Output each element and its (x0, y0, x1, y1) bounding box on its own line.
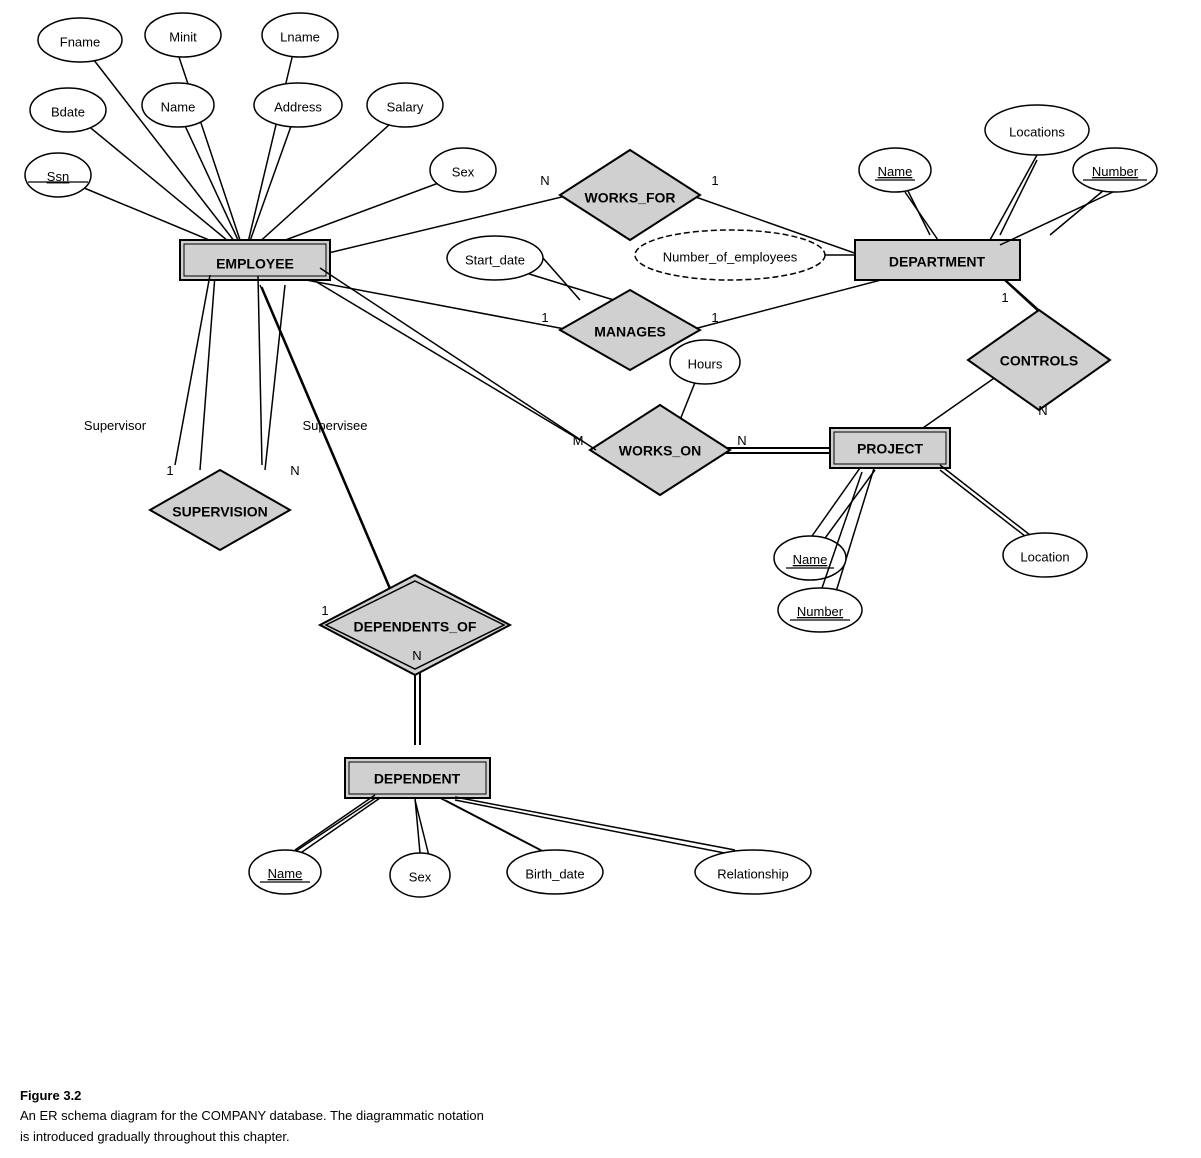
dependents-of-label: DEPENDENTS_OF (354, 619, 477, 635)
lname-attr: Lname (280, 29, 320, 44)
cardinality-n-dependents-bottom: N (412, 648, 421, 663)
location-attr: Location (1020, 549, 1069, 564)
dept-number-attr: Number (1092, 164, 1139, 179)
employee-entity-label: EMPLOYEE (216, 256, 294, 272)
cardinality-1-dependents: 1 (321, 603, 328, 618)
employee-name-attr: Name (161, 99, 196, 114)
salary-attr: Salary (387, 99, 424, 114)
bdate-attr: Bdate (51, 104, 85, 119)
project-entity-label: PROJECT (857, 441, 924, 457)
cardinality-n-works-on: N (737, 433, 746, 448)
cardinality-1-manages-right: 1 (711, 310, 718, 325)
proj-number-attr: Number (797, 604, 844, 619)
supervisee-label: Supervisee (302, 418, 367, 433)
cardinality-1-manages-left: 1 (541, 310, 548, 325)
cardinality-1-works-for: 1 (711, 173, 718, 188)
cardinality-n-works-for: N (540, 173, 549, 188)
cardinality-1-supervision: 1 (166, 463, 173, 478)
birth-date-attr: Birth_date (525, 866, 584, 881)
supervisor-label: Supervisor (84, 418, 147, 433)
manages-label: MANAGES (594, 324, 666, 340)
dept-name-attr: Name (878, 164, 913, 179)
controls-label: CONTROLS (1000, 353, 1079, 369)
cardinality-1-controls: 1 (1001, 290, 1008, 305)
number-of-employees-attr: Number_of_employees (663, 249, 798, 264)
locations-attr: Locations (1009, 124, 1065, 139)
cardinality-n-controls: N (1038, 403, 1047, 418)
figure-label: Figure 3.2 (20, 1088, 81, 1103)
figure-description-line1: An ER schema diagram for the COMPANY dat… (20, 1108, 484, 1123)
works-for-label: WORKS_FOR (585, 190, 676, 206)
address-attr: Address (274, 99, 322, 114)
cardinality-n-supervision: N (290, 463, 299, 478)
hours-attr: Hours (688, 356, 723, 371)
figure-caption: Figure 3.2 An ER schema diagram for the … (20, 1086, 484, 1148)
start-date-attr: Start_date (465, 252, 525, 267)
proj-name-attr: Name (793, 552, 828, 567)
minit-attr: Minit (169, 29, 197, 44)
fname-attr: Fname (60, 34, 100, 49)
supervision-label: SUPERVISION (172, 504, 267, 520)
er-diagram: text { font-family: Arial, sans-serif; f… (0, 0, 1201, 1100)
works-on-label: WORKS_ON (619, 443, 701, 459)
dep-sex-attr: Sex (409, 869, 432, 884)
relationship-attr: Relationship (717, 866, 789, 881)
figure-description-line2: is introduced gradually throughout this … (20, 1129, 290, 1144)
employee-sex-attr: Sex (452, 164, 475, 179)
department-entity-label: DEPARTMENT (889, 254, 986, 270)
dependent-entity-label: DEPENDENT (374, 771, 461, 787)
dep-name-attr: Name (268, 866, 303, 881)
